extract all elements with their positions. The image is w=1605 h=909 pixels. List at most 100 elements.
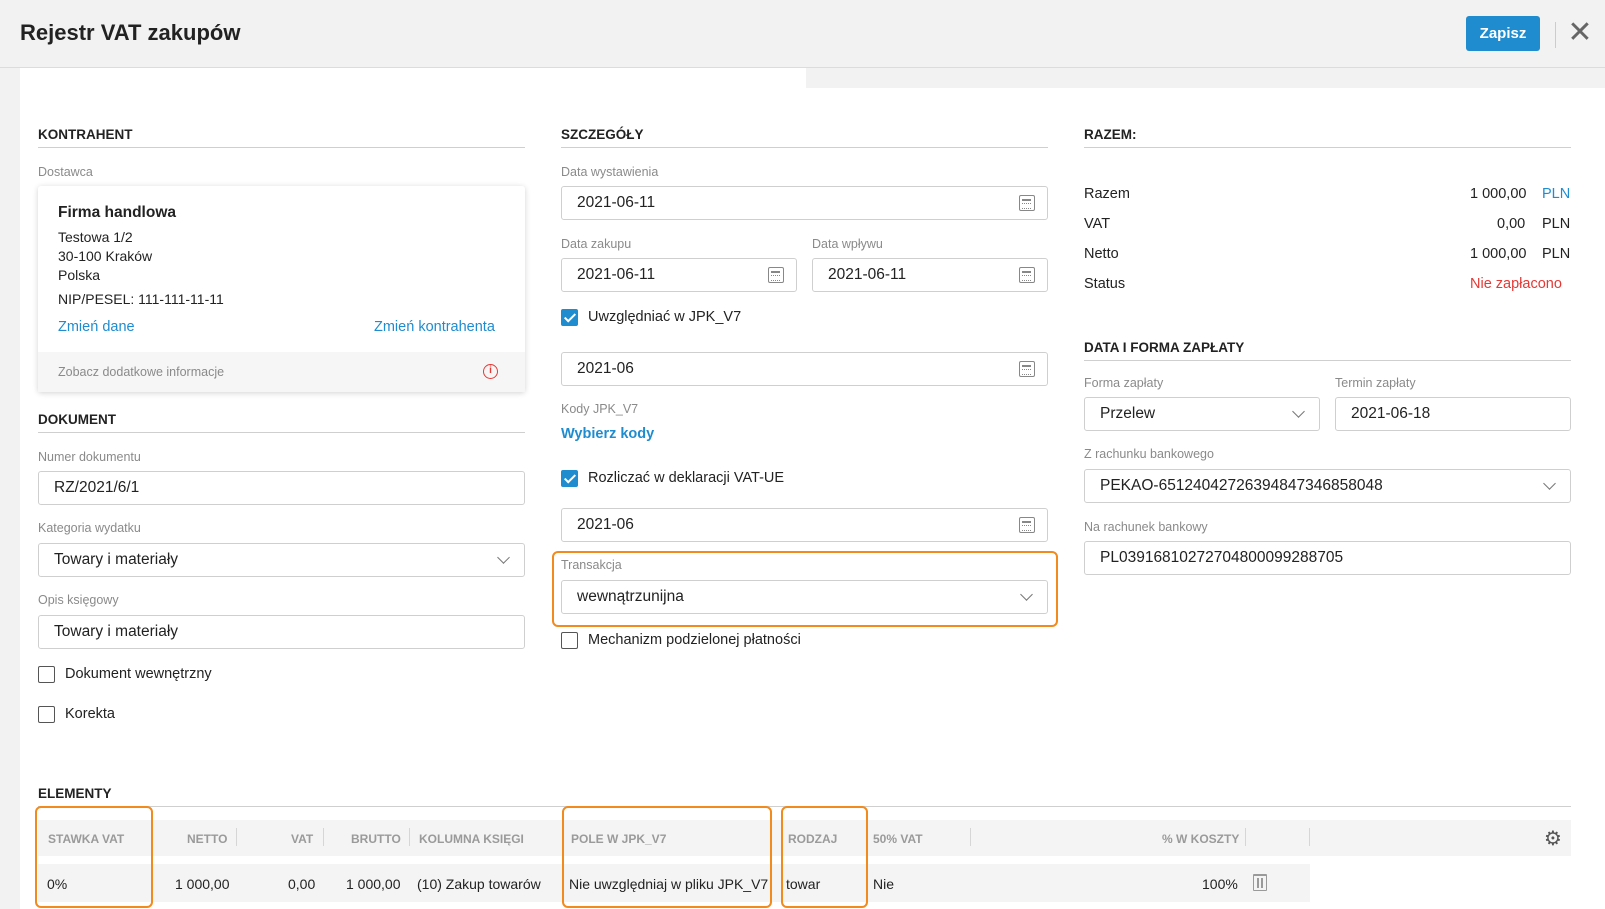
calendar-icon[interactable] (1019, 361, 1035, 377)
close-icon[interactable]: ✕ (1566, 14, 1594, 52)
due-date-label: Termin zapłaty (1335, 376, 1416, 390)
description-input[interactable]: Towary i materiały (38, 615, 525, 649)
document-number-input[interactable]: RZ/2021/6/1 (38, 471, 525, 505)
page-title: Rejestr VAT zakupów (20, 20, 241, 45)
col-header-vat: VAT (291, 832, 314, 846)
payment-method-label: Forma zapłaty (1084, 376, 1164, 390)
internal-document-checkbox[interactable] (38, 666, 55, 683)
supplier-label: Dostawca (38, 165, 93, 179)
trash-icon[interactable] (1253, 874, 1267, 891)
split-payment-checkbox[interactable] (561, 632, 578, 649)
column-separator (1245, 828, 1246, 846)
cell-cost-percent[interactable]: 100% (1202, 876, 1238, 892)
header-divider (1555, 22, 1556, 48)
calendar-icon[interactable] (1019, 267, 1035, 283)
to-account-label: Na rachunek bankowy (1084, 520, 1208, 534)
section-divider (561, 147, 1048, 148)
chevron-down-icon (1292, 405, 1305, 418)
col-header-ledger-column: KOLUMNA KSIĘGI (419, 832, 524, 846)
purchase-date-label: Data zakupu (561, 237, 632, 251)
section-divider (1084, 147, 1571, 148)
payment-method-select[interactable]: Przelew (1084, 397, 1320, 431)
vat-rate-highlight (35, 806, 153, 908)
info-icon[interactable]: i (483, 364, 498, 379)
jpk-field-highlight (562, 806, 772, 908)
section-title-dokument: DOKUMENT (38, 412, 116, 427)
column-separator (1309, 828, 1310, 846)
net-label: Netto (1084, 246, 1119, 262)
from-account-value: PEKAO-65124042726394847346858048 (1100, 477, 1383, 494)
top-bar: Rejestr VAT zakupów Zapisz ✕ (0, 0, 1605, 68)
section-divider (38, 147, 525, 148)
section-title-elementy: ELEMENTY (38, 786, 112, 801)
change-contractor-link[interactable]: Zmień kontrahenta (374, 319, 495, 335)
more-info-link[interactable]: Zobacz dodatkowe informacje (58, 365, 224, 379)
total-value: 1 000,00 (1470, 186, 1527, 202)
from-account-select[interactable]: PEKAO-65124042726394847346858048 (1084, 469, 1571, 503)
section-divider (38, 432, 525, 433)
col-header-net: NETTO (187, 832, 228, 846)
column-separator (970, 828, 971, 846)
contractor-country: Polska (58, 267, 101, 283)
cell-vat[interactable]: 0,00 (288, 876, 315, 892)
vat-label: VAT (1084, 216, 1111, 232)
column-separator (323, 828, 324, 846)
category-label: Kategoria wydatku (38, 521, 141, 535)
tab-strip (806, 68, 1605, 88)
col-header-vat50: 50% VAT (873, 832, 923, 846)
transaction-highlight (552, 551, 1058, 627)
description-label: Opis księgowy (38, 593, 119, 607)
issue-date-input[interactable]: 2021-06-11 (561, 186, 1048, 220)
jpk-period-value: 2021-06 (577, 360, 634, 377)
cell-net[interactable]: 1 000,00 (175, 876, 230, 892)
vat-value: 0,00 (1497, 216, 1526, 232)
cell-ledger-column[interactable]: (10) Zakup towarów (417, 876, 541, 892)
issue-date-value: 2021-06-11 (577, 194, 656, 211)
vatue-label: Rozliczać w deklaracji VAT-UE (588, 470, 785, 486)
calendar-icon[interactable] (768, 267, 784, 283)
section-title-szczegoly: SZCZEGÓŁY (561, 127, 644, 142)
section-title-payment: DATA I FORMA ZAPŁATY (1084, 340, 1245, 355)
contractor-address-line2: 30-100 Kraków (58, 248, 153, 264)
jpk-period-input[interactable]: 2021-06 (561, 352, 1048, 386)
vat-currency: PLN (1542, 216, 1571, 232)
receipt-date-label: Data wpływu (812, 237, 883, 251)
type-highlight (781, 806, 868, 908)
cell-gross[interactable]: 1 000,00 (346, 876, 401, 892)
column-separator (409, 828, 410, 846)
col-header-gross: BRUTTO (351, 832, 401, 846)
section-divider (1084, 360, 1571, 361)
correction-label: Korekta (65, 706, 115, 722)
change-data-link[interactable]: Zmień dane (58, 319, 135, 335)
contractor-name: Firma handlowa (58, 204, 176, 221)
receipt-date-input[interactable]: 2021-06-11 (812, 258, 1048, 292)
jpk-checkbox[interactable] (561, 309, 578, 326)
contractor-card: Firma handlowa Testowa 1/2 30-100 Kraków… (38, 186, 525, 392)
payment-method-value: Przelew (1100, 405, 1156, 422)
total-currency[interactable]: PLN (1542, 186, 1570, 202)
column-separator (236, 828, 237, 846)
category-select[interactable]: Towary i materiały (38, 543, 525, 577)
net-value: 1 000,00 (1470, 246, 1527, 262)
purchase-date-input[interactable]: 2021-06-11 (561, 258, 797, 292)
chevron-down-icon (497, 551, 510, 564)
net-currency: PLN (1542, 246, 1571, 262)
due-date-input[interactable]: 2021-06-18 (1335, 397, 1571, 431)
correction-checkbox[interactable] (38, 706, 55, 723)
jpk-codes-label: Kody JPK_V7 (561, 402, 639, 416)
split-payment-label: Mechanizm podzielonej płatności (588, 632, 801, 648)
to-account-input[interactable]: PL03916810272704800099288705 (1084, 541, 1571, 575)
vatue-period-input[interactable]: 2021-06 (561, 508, 1048, 542)
calendar-icon[interactable] (1019, 195, 1035, 211)
card-footer[interactable]: Zobacz dodatkowe informacje i (38, 352, 525, 392)
internal-document-label: Dokument wewnętrzny (65, 666, 212, 682)
vatue-checkbox[interactable] (561, 470, 578, 487)
gear-icon[interactable]: ⚙ (1543, 828, 1563, 848)
contractor-address-line1: Testowa 1/2 (58, 229, 133, 245)
calendar-icon[interactable] (1019, 517, 1035, 533)
receipt-date-value: 2021-06-11 (828, 266, 907, 283)
choose-codes-link[interactable]: Wybierz kody (561, 426, 654, 442)
cell-vat50[interactable]: Nie (873, 876, 894, 892)
from-account-label: Z rachunku bankowego (1084, 447, 1214, 461)
save-button[interactable]: Zapisz (1466, 16, 1540, 51)
